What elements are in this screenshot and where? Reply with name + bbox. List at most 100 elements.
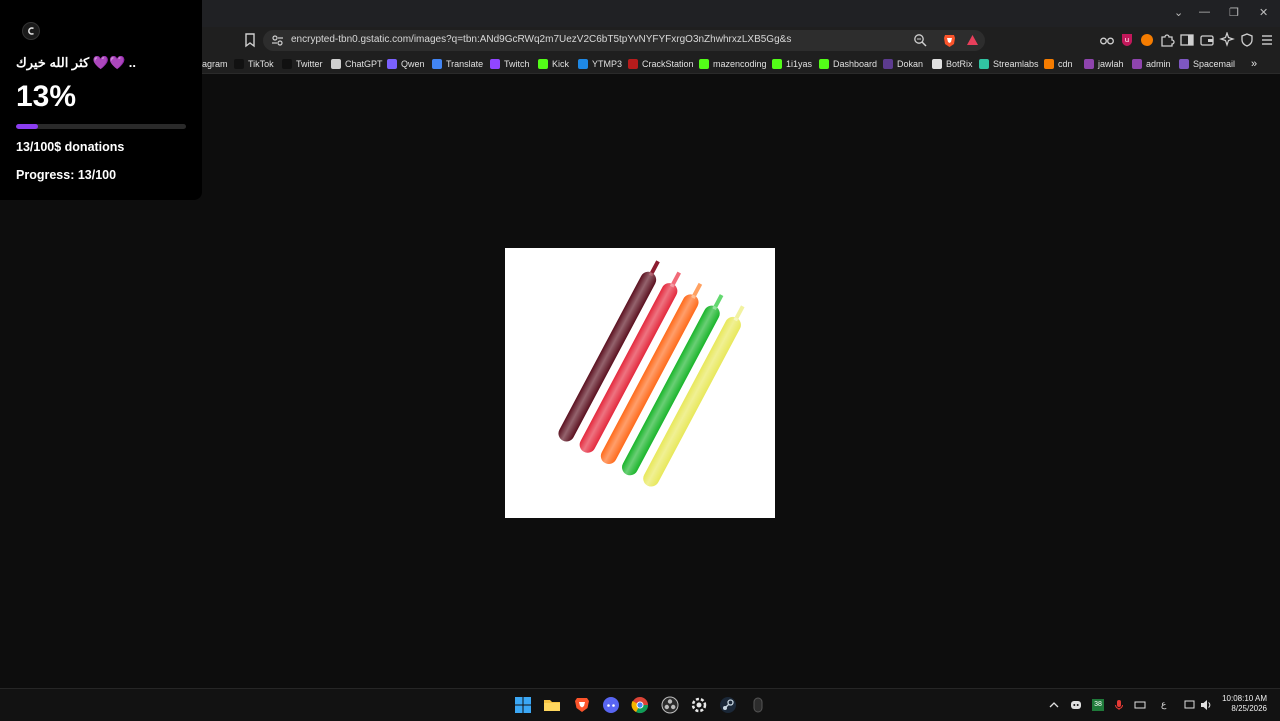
ublock-extension-icon[interactable]: u xyxy=(1119,32,1135,48)
tray-volume-icon[interactable] xyxy=(1200,699,1212,711)
site-settings-icon[interactable] xyxy=(271,34,284,47)
translate-icon xyxy=(432,59,442,69)
chatgpt-icon xyxy=(331,59,341,69)
bookmark-kick[interactable]: Kick xyxy=(538,57,569,71)
streamlabs-icon xyxy=(979,59,989,69)
bookmark-label: Kick xyxy=(552,59,570,69)
cdn-icon xyxy=(1044,59,1054,69)
kick-icon xyxy=(538,59,548,69)
tray-overflow-chevron-icon[interactable] xyxy=(1048,699,1060,711)
bookmark-mazencoding[interactable]: mazencoding xyxy=(699,57,767,71)
bookmark-qwen[interactable]: Qwen xyxy=(387,57,425,71)
bookmark-label: Streamlabs xyxy=(993,59,1039,69)
bookmark-twitch[interactable]: Twitch xyxy=(490,57,530,71)
donation-progress-fill xyxy=(16,124,39,129)
extensions-puzzle-icon[interactable] xyxy=(1159,32,1175,48)
clock-date: 8/25/2026 xyxy=(1231,704,1267,713)
kick-icon xyxy=(819,59,829,69)
donation-progress-bar xyxy=(16,124,186,129)
bookmark-label: agram xyxy=(202,59,228,69)
bookmark-tiktok[interactable]: TikTok xyxy=(234,57,274,71)
bookmark-jawlah[interactable]: jawlah xyxy=(1084,57,1124,71)
bookmark-dashboard[interactable]: Dashboard xyxy=(819,57,877,71)
bookmark-dokan[interactable]: Dokan xyxy=(883,57,923,71)
streamer-logo-icon xyxy=(22,22,40,40)
svg-text:u: u xyxy=(1125,36,1129,44)
zoom-icon[interactable] xyxy=(913,33,928,48)
restore-button[interactable]: ❐ xyxy=(1229,6,1239,19)
bookmark-crackstation[interactable]: CrackStation xyxy=(628,57,694,71)
tray-microphone-icon[interactable] xyxy=(1113,699,1125,711)
address-bar[interactable]: encrypted-tbn0.gstatic.com/images?q=tbn:… xyxy=(263,30,985,51)
clock-time: 10:08:10 AM xyxy=(1222,694,1267,703)
bookmark-icon[interactable] xyxy=(243,32,257,48)
minimize-button[interactable]: — xyxy=(1199,6,1210,18)
bookmark-cdn[interactable]: cdn xyxy=(1044,57,1073,71)
bookmark-chatgpt[interactable]: ChatGPT xyxy=(331,57,383,71)
donation-goal-widget: .. 💜💜 كثر الله خيرك 13% 13/100$ donation… xyxy=(0,0,202,200)
steam-icon[interactable] xyxy=(719,696,737,714)
jawlah-icon xyxy=(1084,59,1094,69)
tray-discord-icon[interactable] xyxy=(1070,699,1082,711)
twitch-icon xyxy=(490,59,500,69)
bookmark-twitter[interactable]: Twitter xyxy=(282,57,323,71)
menu-icon[interactable] xyxy=(1259,32,1275,48)
sidebar-icon[interactable] xyxy=(1179,32,1195,48)
bookmark-label: CrackStation xyxy=(642,59,694,69)
bookmark-label: Spacemail xyxy=(1193,59,1236,69)
vpn-shield-icon[interactable] xyxy=(1239,32,1255,48)
system-clock[interactable]: 10:08:10 AM 8/25/2026 xyxy=(1222,694,1267,714)
bookmark-label: admin xyxy=(1146,59,1171,69)
bookmark-streamlabs[interactable]: Streamlabs xyxy=(979,57,1039,71)
bookmark-label: ChatGPT xyxy=(345,59,383,69)
close-button[interactable]: ✕ xyxy=(1259,6,1268,19)
tray-keyboard-icon[interactable] xyxy=(1134,699,1146,711)
tray-network-icon[interactable] xyxy=(1184,699,1196,711)
steam-settings-icon[interactable] xyxy=(690,696,708,714)
spacemail-icon xyxy=(1179,59,1189,69)
extension-orange-icon[interactable] xyxy=(1139,32,1155,48)
bookmark-label: TikTok xyxy=(248,59,274,69)
wallet-icon[interactable] xyxy=(1199,32,1215,48)
bookmark-label: Qwen xyxy=(401,59,425,69)
candy-tubes-picture xyxy=(558,260,745,487)
bookmark-label: Dashboard xyxy=(833,59,878,69)
bookmark-1i1yas[interactable]: 1i1yas xyxy=(772,57,812,71)
botrix-icon xyxy=(932,59,942,69)
leo-ai-icon[interactable] xyxy=(1219,32,1235,48)
kick-icon xyxy=(699,59,709,69)
bookmark-admin[interactable]: admin xyxy=(1132,57,1171,71)
tray-badge[interactable]: 38 xyxy=(1092,699,1104,711)
file-explorer-icon[interactable] xyxy=(543,696,561,714)
reader-glasses-icon[interactable] xyxy=(1099,32,1115,48)
widget-message: .. 💜💜 كثر الله خيرك xyxy=(16,55,137,70)
bookmark-label: jawlah xyxy=(1098,59,1124,69)
bookmark-agram[interactable]: agram xyxy=(202,57,228,71)
bookmark-botrix[interactable]: BotRix xyxy=(932,57,973,71)
mouse-icon[interactable] xyxy=(749,696,767,714)
tab-search-chevron-icon[interactable]: ⌄ xyxy=(1174,6,1183,19)
chrome-icon[interactable] xyxy=(631,696,649,714)
qwen-icon xyxy=(387,59,397,69)
bookmark-label: cdn xyxy=(1058,59,1073,69)
image-candy-tubes[interactable] xyxy=(505,248,775,518)
dokan-icon xyxy=(883,59,893,69)
bookmark-label: BotRix xyxy=(946,59,973,69)
bookmark-label: 1i1yas xyxy=(786,59,813,69)
ytmp3-icon xyxy=(578,59,588,69)
bookmark-translate[interactable]: Translate xyxy=(432,57,483,71)
brave-shields-icon[interactable] xyxy=(942,33,957,48)
bookmark-label: mazencoding xyxy=(713,59,767,69)
bookmark-label: Twitter xyxy=(296,59,323,69)
widget-percent: 13% xyxy=(16,80,77,113)
brave-rewards-icon[interactable] xyxy=(965,33,980,48)
windows-start-icon[interactable] xyxy=(514,696,532,714)
brave-icon[interactable] xyxy=(573,696,591,714)
bookmark-spacemail[interactable]: Spacemail xyxy=(1179,57,1235,71)
obs-icon[interactable] xyxy=(661,696,679,714)
url-text[interactable]: encrypted-tbn0.gstatic.com/images?q=tbn:… xyxy=(291,34,791,45)
more-bookmarks-chevron-icon[interactable]: » xyxy=(1251,57,1257,71)
tray-language[interactable]: ع xyxy=(1161,699,1166,711)
bookmark-ytmp3[interactable]: YTMP3 xyxy=(578,57,622,71)
discord-icon[interactable] xyxy=(602,696,620,714)
